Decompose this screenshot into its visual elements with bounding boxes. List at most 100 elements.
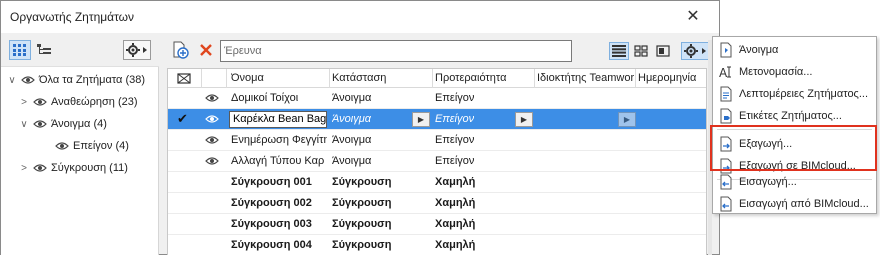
rename-icon: A [713,65,739,79]
chevron-down-icon[interactable]: ∨ [7,75,17,86]
table-row-selected[interactable]: ✔ Καρέκλα Bean Bag Άνοιγμα ▶ Επείγον ▶ ▶ [168,109,706,130]
tags-icon [713,108,739,124]
issues-toolbar: Έρευνα [163,33,719,67]
new-issue-icon[interactable] [169,40,191,60]
thumbnail-view-icon[interactable] [631,42,651,60]
menu-item-label: Άνοιγμα [739,44,779,56]
eye-icon[interactable] [205,135,219,145]
search-input[interactable]: Έρευνα [220,40,572,62]
cell-status: Σύγκρουση [332,218,392,230]
tree-item-label: Σύγκρουση (11) [51,162,128,174]
tree-view-icon[interactable] [33,40,55,60]
eye-icon[interactable] [33,119,47,129]
details-icon [713,86,739,102]
table-row[interactable]: Σύγκρουση 001 Σύγκρουση Χαμηλή [168,172,706,193]
column-header-status[interactable]: Κατάσταση [332,72,430,84]
open-icon [713,42,739,58]
issue-tree-pane: ∨ Όλα τα Ζητήματα (38) > Αναθεώρηση (23)… [1,33,159,255]
column-separator [329,69,330,88]
column-header-priority[interactable]: Προτεραιότητα [435,72,533,84]
issues-table: Όνομα Κατάσταση Προτεραιότητα Ιδιοκτήτης… [167,68,707,255]
column-separator [226,69,227,88]
cell-status: Άνοιγμα [332,113,371,125]
column-separator [432,69,433,88]
cell-name: Ενημέρωση Φεγγίτη [231,134,327,146]
tree-item-label: Άνοιγμα (4) [51,118,107,130]
column-header-owner[interactable]: Ιδιοκτήτης Teamwork [537,72,634,84]
eye-icon[interactable] [205,156,219,166]
cell-name: Αλλαγή Τύπου Καρ [231,155,325,167]
eye-icon[interactable] [205,93,219,103]
menu-item-label: Λεπτομέρειες Ζητήματος... [739,88,869,100]
column-separator [201,69,202,88]
priority-dropdown-arrow-icon[interactable]: ▶ [515,112,533,127]
column-separator [635,69,636,88]
cell-priority: Χαμηλή [435,176,476,188]
menu-item-label: Εισαγωγή από BIMcloud... [739,198,869,210]
table-row[interactable]: Ενημέρωση Φεγγίτη Άνοιγμα Επείγον [168,130,706,151]
title-bar: Οργανωτής Ζητημάτων ✕ [1,1,719,33]
import-icon [713,174,739,190]
status-dropdown-arrow-icon[interactable]: ▶ [412,112,430,127]
table-row[interactable]: Αλλαγή Τύπου Καρ Άνοιγμα Επείγον [168,151,706,172]
settings-gear-icon[interactable] [123,40,151,60]
menu-item-label: Μετονομασία... [739,66,813,78]
list-view-icon[interactable] [609,42,629,60]
column-header-date[interactable]: Ημερομηνία [638,72,706,84]
issue-column-icon [177,73,191,84]
menu-item-open[interactable]: Άνοιγμα [713,39,876,61]
cell-name: Σύγκρουση 001 [231,176,312,188]
export-highlight-frame [710,125,877,171]
table-header: Όνομα Κατάσταση Προτεραιότητα Ιδιοκτήτης… [168,69,706,88]
menu-item-details[interactable]: Λεπτομέρειες Ζητήματος... [713,83,876,105]
options-gear-icon[interactable] [681,42,711,60]
table-row[interactable]: Σύγκρουση 003 Σύγκρουση Χαμηλή [168,214,706,235]
menu-item-label: Εισαγωγή... [739,176,797,188]
cell-priority: Χαμηλή [435,218,476,230]
eye-icon[interactable] [33,97,47,107]
table-row[interactable]: Δομικοί Τοίχοι Άνοιγμα Επείγον [168,88,706,109]
cell-name: Σύγκρουση 002 [231,197,312,209]
delete-icon[interactable] [195,40,217,60]
cell-status: Σύγκρουση [332,176,392,188]
chevron-right-icon[interactable]: > [19,97,29,108]
name-edit-field[interactable]: Καρέκλα Bean Bag [229,111,327,128]
cell-priority: Επείγον [435,155,475,167]
menu-item-import-bimcloud[interactable]: Εισαγωγή από BIMcloud... [713,193,876,215]
cell-name: Δομικοί Τοίχοι [231,92,299,104]
cell-name: Σύγκρουση 003 [231,218,312,230]
menu-item-tags[interactable]: Ετικέτες Ζητήματος... [713,105,876,127]
cell-priority: Χαμηλή [435,239,476,251]
eye-icon[interactable] [21,75,35,85]
owner-dropdown-arrow-icon[interactable]: ▶ [618,112,636,127]
table-row[interactable]: Σύγκρουση 004 Σύγκρουση Χαμηλή [168,235,706,255]
checkmark-icon: ✔ [177,111,188,126]
detail-view-icon[interactable] [653,42,673,60]
window-title: Οργανωτής Ζητημάτων [10,10,135,24]
cell-priority: Χαμηλή [435,197,476,209]
tree-item-open[interactable]: ∨ Άνοιγμα (4) [1,115,159,133]
eye-icon[interactable] [55,141,69,151]
grid-view-icon[interactable] [9,40,31,60]
tree-toolbar [1,33,159,67]
table-row[interactable]: Σύγκρουση 002 Σύγκρουση Χαμηλή [168,193,706,214]
svg-text:A: A [719,66,728,79]
menu-item-import[interactable]: Εισαγωγή... [713,171,876,193]
tree-item-urgent[interactable]: Επείγον (4) [1,137,159,155]
column-header-name[interactable]: Όνομα [231,72,327,84]
chevron-down-icon[interactable]: ∨ [19,119,29,130]
issue-organizer-window: Οργανωτής Ζητημάτων ✕ ∨ Όλα τα Ζητήματα … [0,0,720,255]
tree-item-collision[interactable]: > Σύγκρουση (11) [1,159,159,177]
chevron-right-icon[interactable]: > [19,163,29,174]
import-cloud-icon [713,196,739,212]
cell-name: Σύγκρουση 004 [231,239,312,251]
tree-item-review[interactable]: > Αναθεώρηση (23) [1,93,159,111]
cell-status: Σύγκρουση [332,197,392,209]
eye-icon[interactable] [205,114,219,124]
eye-icon[interactable] [33,163,47,173]
tree-item-all-issues[interactable]: ∨ Όλα τα Ζητήματα (38) [1,71,159,89]
cell-priority: Επείγον [435,113,475,125]
tree-item-label: Όλα τα Ζητήματα (38) [39,74,146,86]
menu-item-rename[interactable]: A Μετονομασία... [713,61,876,83]
close-button[interactable]: ✕ [682,6,704,28]
